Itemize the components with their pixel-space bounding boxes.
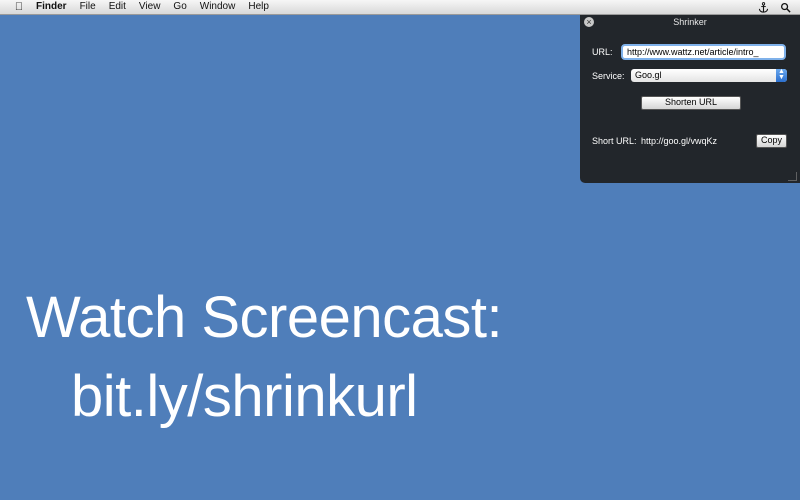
spotlight-search-icon[interactable] xyxy=(778,0,792,14)
shrinker-panel: Shrinker × URL: http://www.wattz.net/art… xyxy=(580,15,800,183)
menu-file[interactable]: File xyxy=(80,0,96,14)
short-url-label: Short URL: xyxy=(592,136,637,146)
menu-view[interactable]: View xyxy=(139,0,161,14)
url-input[interactable]: http://www.wattz.net/article/intro_ xyxy=(621,44,786,60)
service-selected-value: Goo.gl xyxy=(635,70,662,80)
screencast-heading: Watch Screencast: xyxy=(26,285,503,350)
menu-bar-status-area xyxy=(756,0,800,14)
resize-grip-icon[interactable] xyxy=(788,172,797,181)
panel-title: Shrinker xyxy=(673,17,707,27)
url-label: URL: xyxy=(592,47,613,57)
short-url-value: http://goo.gl/vwqKz xyxy=(641,136,718,146)
screencast-link-text: bit.ly/shrinkurl xyxy=(71,364,418,429)
menu-go[interactable]: Go xyxy=(173,0,186,14)
menu-window[interactable]: Window xyxy=(200,0,236,14)
copy-button[interactable]: Copy xyxy=(756,134,787,148)
service-select[interactable]: Goo.gl ▲ ▼ xyxy=(631,68,787,82)
anchor-icon[interactable] xyxy=(756,0,770,14)
menu-finder[interactable]: Finder xyxy=(36,0,67,14)
chevron-up-down-icon: ▲ ▼ xyxy=(776,68,787,82)
menu-bar:  Finder File Edit View Go Window Help xyxy=(0,0,800,15)
menu-help[interactable]: Help xyxy=(248,0,269,14)
close-icon[interactable]: × xyxy=(584,17,594,27)
apple-icon[interactable]:  xyxy=(12,0,26,14)
service-label: Service: xyxy=(592,71,625,81)
shorten-url-button[interactable]: Shorten URL xyxy=(641,96,741,110)
menu-edit[interactable]: Edit xyxy=(109,0,126,14)
